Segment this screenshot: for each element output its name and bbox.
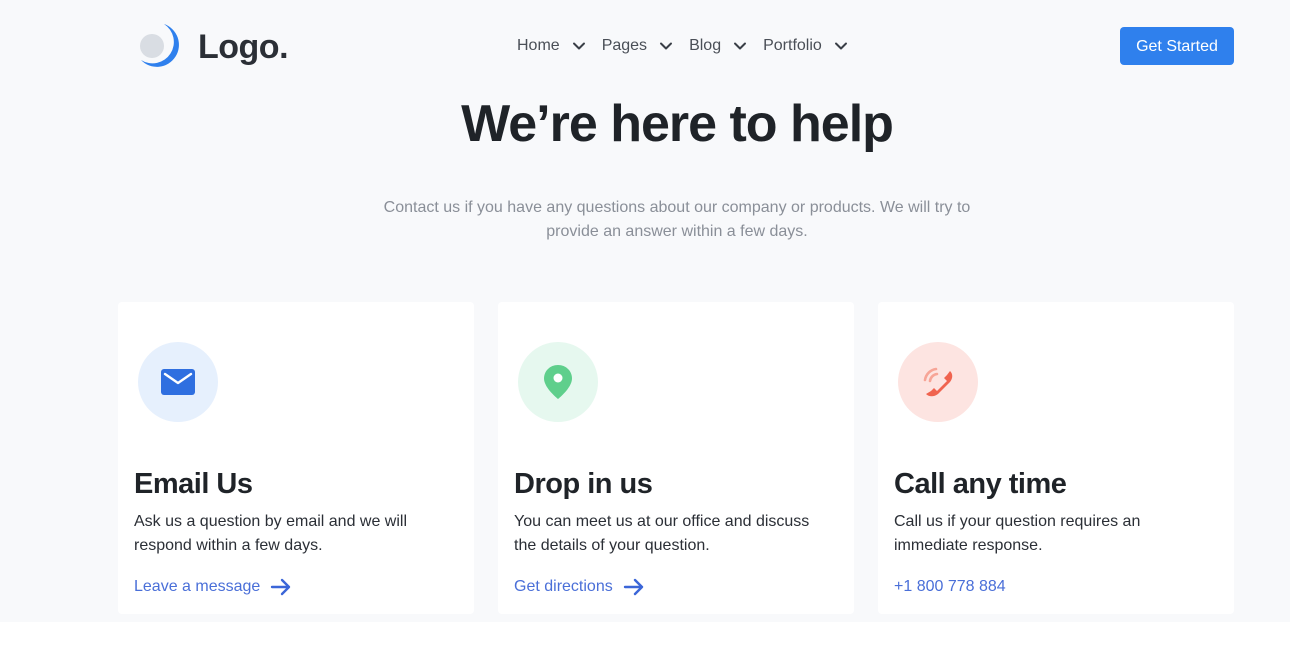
card-description: You can meet us at our office and discus… bbox=[514, 513, 810, 554]
nav-item-label: Home bbox=[517, 37, 560, 54]
chevron-down-icon bbox=[734, 42, 747, 50]
nav-item-pages[interactable]: Pages bbox=[602, 33, 673, 59]
card-link-label: Leave a message bbox=[134, 578, 261, 595]
map-pin-icon bbox=[544, 365, 572, 399]
chevron-down-icon bbox=[660, 42, 673, 50]
logo-text: Logo. bbox=[198, 28, 289, 66]
arrow-right-icon bbox=[271, 578, 291, 596]
main-nav: Home Pages Blog Portfolio bbox=[517, 33, 864, 59]
card-title: Drop in us bbox=[514, 468, 653, 500]
logo-mark-icon bbox=[140, 24, 179, 67]
contact-card-office: Drop in us You can meet us at our office… bbox=[498, 302, 854, 614]
contact-card-email: Email Us Ask us a question by email and … bbox=[118, 302, 474, 614]
nav-item-label: Blog bbox=[689, 37, 722, 54]
map-pin-icon-badge bbox=[518, 342, 598, 422]
phone-icon bbox=[923, 367, 953, 397]
mail-icon-badge bbox=[138, 342, 218, 422]
contact-page: Logo. Home Pages Blog Portfolio Get Star… bbox=[0, 0, 1290, 622]
card-description: Ask us a question by email and we will r… bbox=[134, 513, 408, 554]
arrow-right-icon bbox=[623, 578, 643, 596]
site-header: Logo. Home Pages Blog Portfolio Get Star… bbox=[0, 0, 1290, 92]
leave-message-link[interactable]: Leave a message bbox=[134, 575, 292, 599]
logo[interactable]: Logo. bbox=[138, 22, 289, 72]
phone-number-link[interactable]: +1 800 778 884 bbox=[894, 575, 1006, 599]
chevron-down-icon bbox=[572, 42, 585, 50]
mail-icon bbox=[161, 369, 195, 395]
card-description: Call us if your question requires an imm… bbox=[894, 513, 1141, 554]
card-title: Email Us bbox=[134, 468, 253, 500]
nav-item-label: Portfolio bbox=[763, 37, 822, 54]
get-directions-link[interactable]: Get directions bbox=[514, 575, 645, 599]
card-title: Call any time bbox=[894, 468, 1067, 500]
nav-item-portfolio[interactable]: Portfolio bbox=[763, 33, 848, 59]
nav-item-blog[interactable]: Blog bbox=[689, 33, 747, 59]
page-subtitle: Contact us if you have any questions abo… bbox=[383, 199, 971, 240]
contact-card-phone: Call any time Call us if your question r… bbox=[878, 302, 1234, 614]
card-link-label: +1 800 778 884 bbox=[894, 578, 1006, 595]
page-title: We’re here to help bbox=[461, 95, 894, 153]
get-started-button[interactable]: Get Started bbox=[1120, 27, 1234, 65]
chevron-down-icon bbox=[834, 42, 847, 50]
nav-item-home[interactable]: Home bbox=[517, 33, 586, 59]
nav-item-label: Pages bbox=[601, 37, 648, 54]
phone-icon-badge bbox=[898, 342, 978, 422]
card-link-label: Get directions bbox=[514, 578, 613, 595]
